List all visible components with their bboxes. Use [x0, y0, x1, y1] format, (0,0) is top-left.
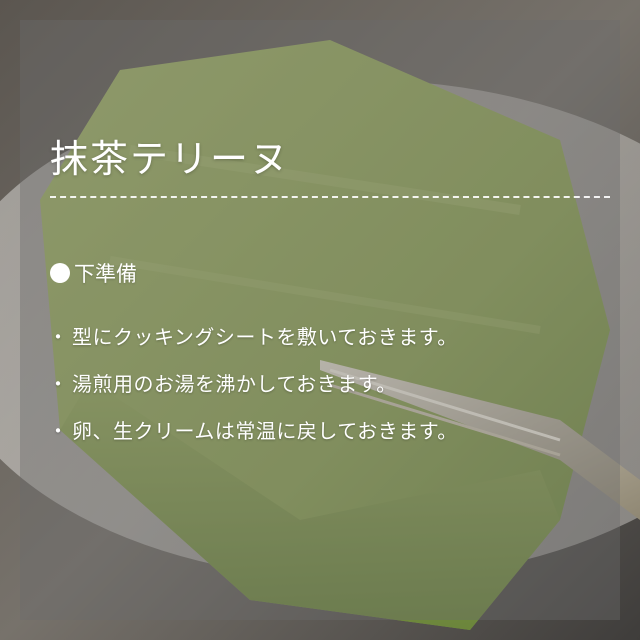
section-heading: 下準備 [50, 258, 137, 288]
list-item: ・ 卵、生クリームは常温に戻しておきます。 [48, 406, 458, 453]
list-item: ・ 湯煎用のお湯を沸かしておきます。 [48, 359, 458, 406]
bullet-icon: ・ [48, 325, 69, 349]
bullet-icon: ・ [48, 372, 69, 396]
recipe-card: 抹茶テリーヌ 下準備 ・ 型にクッキングシートを敷いておきます。 ・ 湯煎用のお… [0, 0, 640, 640]
prep-steps-list: ・ 型にクッキングシートを敷いておきます。 ・ 湯煎用のお湯を沸かしておきます。… [48, 312, 458, 453]
bullet-icon: ・ [48, 419, 69, 443]
list-item: ・ 型にクッキングシートを敷いておきます。 [48, 312, 458, 359]
step-text: 卵、生クリームは常温に戻しておきます。 [72, 419, 458, 443]
step-text: 型にクッキングシートを敷いておきます。 [72, 325, 458, 349]
recipe-title: 抹茶テリーヌ [50, 137, 291, 181]
title-divider [50, 196, 610, 198]
circle-bullet-icon [50, 263, 70, 283]
section-heading-label: 下準備 [74, 262, 137, 286]
step-text: 湯煎用のお湯を沸かしておきます。 [72, 372, 397, 396]
